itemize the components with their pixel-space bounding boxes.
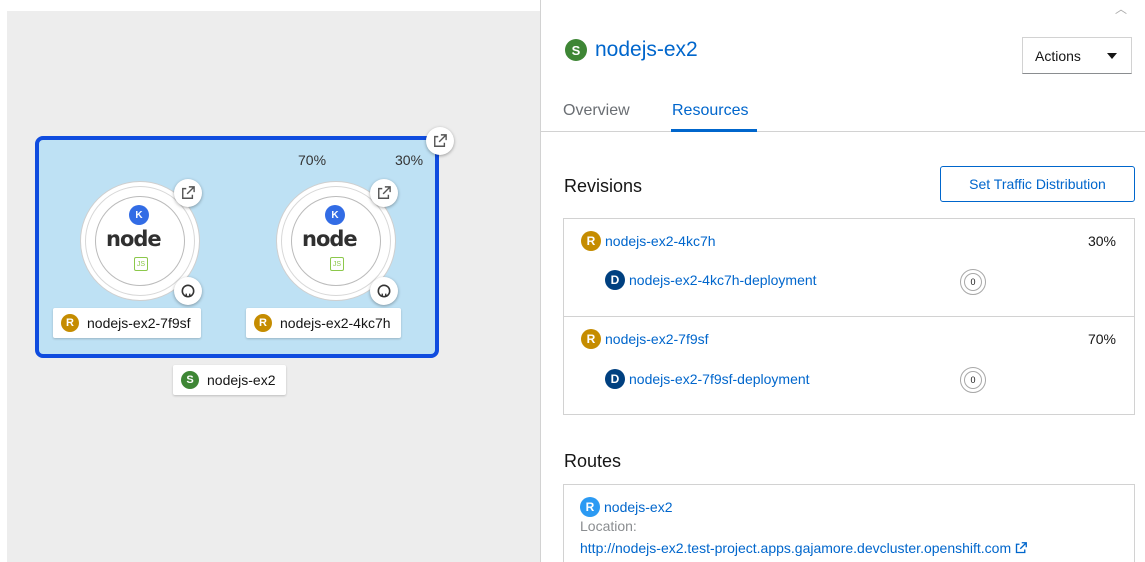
tab-resources[interactable]: Resources [672,102,748,120]
external-link-icon [1015,542,1028,554]
revision-link[interactable]: R nodejs-ex2-4kc7h [581,231,716,251]
revision-badge: R [61,314,79,332]
active-tab-indicator [671,129,757,132]
route-url-text: http://nodejs-ex2.test-project.apps.gaja… [580,540,1012,556]
service-group-label[interactable]: S nodejs-ex2 [173,365,286,395]
service-open-url-decorator[interactable] [426,127,454,155]
revisions-heading: Revisions [564,176,643,196]
service-badge: S [181,371,199,389]
revision-name: nodejs-ex2-7f9sf [87,315,191,331]
revision-traffic-percent: 70% [1087,331,1116,347]
pod-count: 0 [964,371,982,389]
pod-count: 0 [964,273,982,291]
revision-badge: R [581,329,601,349]
list-item: R nodejs-ex2 Location: http://nodejs-ex2… [564,485,1134,562]
pod-ring-icon: 0 [960,367,986,393]
external-link-icon [182,186,195,199]
tab-overview[interactable]: Overview [563,102,630,120]
route-location-label: Location: [580,518,637,534]
node-logo-area: K node JS [291,196,381,286]
route-url-link[interactable]: http://nodejs-ex2.test-project.apps.gaja… [580,540,1028,556]
route-name: nodejs-ex2 [604,499,673,515]
revision-name: nodejs-ex2-7f9sf [605,331,709,347]
routes-list: R nodejs-ex2 Location: http://nodejs-ex2… [563,484,1135,562]
route-link[interactable]: R nodejs-ex2 [580,497,673,517]
revision-name: nodejs-ex2-4kc7h [280,315,391,331]
routes-heading: Routes [564,451,622,471]
deployment-badge: D [605,270,625,290]
route-badge: R [580,497,600,517]
external-link-icon [434,134,447,147]
panel-tabs: Overview Resources [541,92,1145,132]
node-logo-area: K node JS [95,196,185,286]
revision-traffic-percent: 30% [1087,233,1116,249]
revision-node-label[interactable]: R nodejs-ex2-7f9sf [53,308,201,338]
source-code-decorator[interactable] [370,277,398,305]
side-panel: ︿ S nodejs-ex2 Actions Overview Resource… [540,0,1145,562]
panel-title: S nodejs-ex2 [565,38,698,62]
chevron-up-icon[interactable]: ︿ [1115,0,1127,17]
revision-node-label[interactable]: R nodejs-ex2-4kc7h [246,308,401,338]
set-traffic-distribution-button[interactable]: Set Traffic Distribution [940,166,1135,202]
topology-canvas[interactable]: 70% 30% K node JS R nodejs-ex2-7f9sf K n… [7,11,540,562]
pod-ring-icon: 0 [960,269,986,295]
service-badge: S [565,39,587,61]
external-link-icon [378,186,391,199]
deployment-badge: D [605,369,625,389]
source-code-decorator[interactable] [174,277,202,305]
revision-badge: R [581,231,601,251]
caret-down-icon [1107,52,1117,59]
js-icon: JS [134,257,148,271]
revisions-list: R nodejs-ex2-4kc7h 30% D nodejs-ex2-4kc7… [563,218,1135,415]
list-item: R nodejs-ex2-4kc7h 30% D nodejs-ex2-4kc7… [564,219,1134,317]
revision-link[interactable]: R nodejs-ex2-7f9sf [581,329,709,349]
revision-open-url-decorator[interactable] [174,179,202,207]
traffic-percent-left: 70% [298,152,327,168]
list-item: R nodejs-ex2-7f9sf 70% D nodejs-ex2-7f9s… [564,317,1134,414]
deployment-name: nodejs-ex2-7f9sf-deployment [629,371,810,387]
revision-open-url-decorator[interactable] [370,179,398,207]
traffic-percent-right: 30% [395,152,424,168]
deployment-link[interactable]: D nodejs-ex2-4kc7h-deployment [605,270,817,290]
revision-badge: R [254,314,272,332]
js-icon: JS [330,257,344,271]
revision-name: nodejs-ex2-4kc7h [605,233,716,249]
knative-icon: K [325,205,345,225]
panel-title-text[interactable]: nodejs-ex2 [595,38,698,62]
service-name: nodejs-ex2 [207,372,276,388]
github-icon [377,284,391,298]
deployment-link[interactable]: D nodejs-ex2-7f9sf-deployment [605,369,810,389]
deployment-name: nodejs-ex2-4kc7h-deployment [629,272,817,288]
nodejs-logo-icon: node [302,227,358,251]
actions-dropdown[interactable]: Actions [1022,37,1132,74]
github-icon [181,284,195,298]
actions-label: Actions [1035,47,1081,64]
nodejs-logo-icon: node [106,227,162,251]
knative-icon: K [129,205,149,225]
